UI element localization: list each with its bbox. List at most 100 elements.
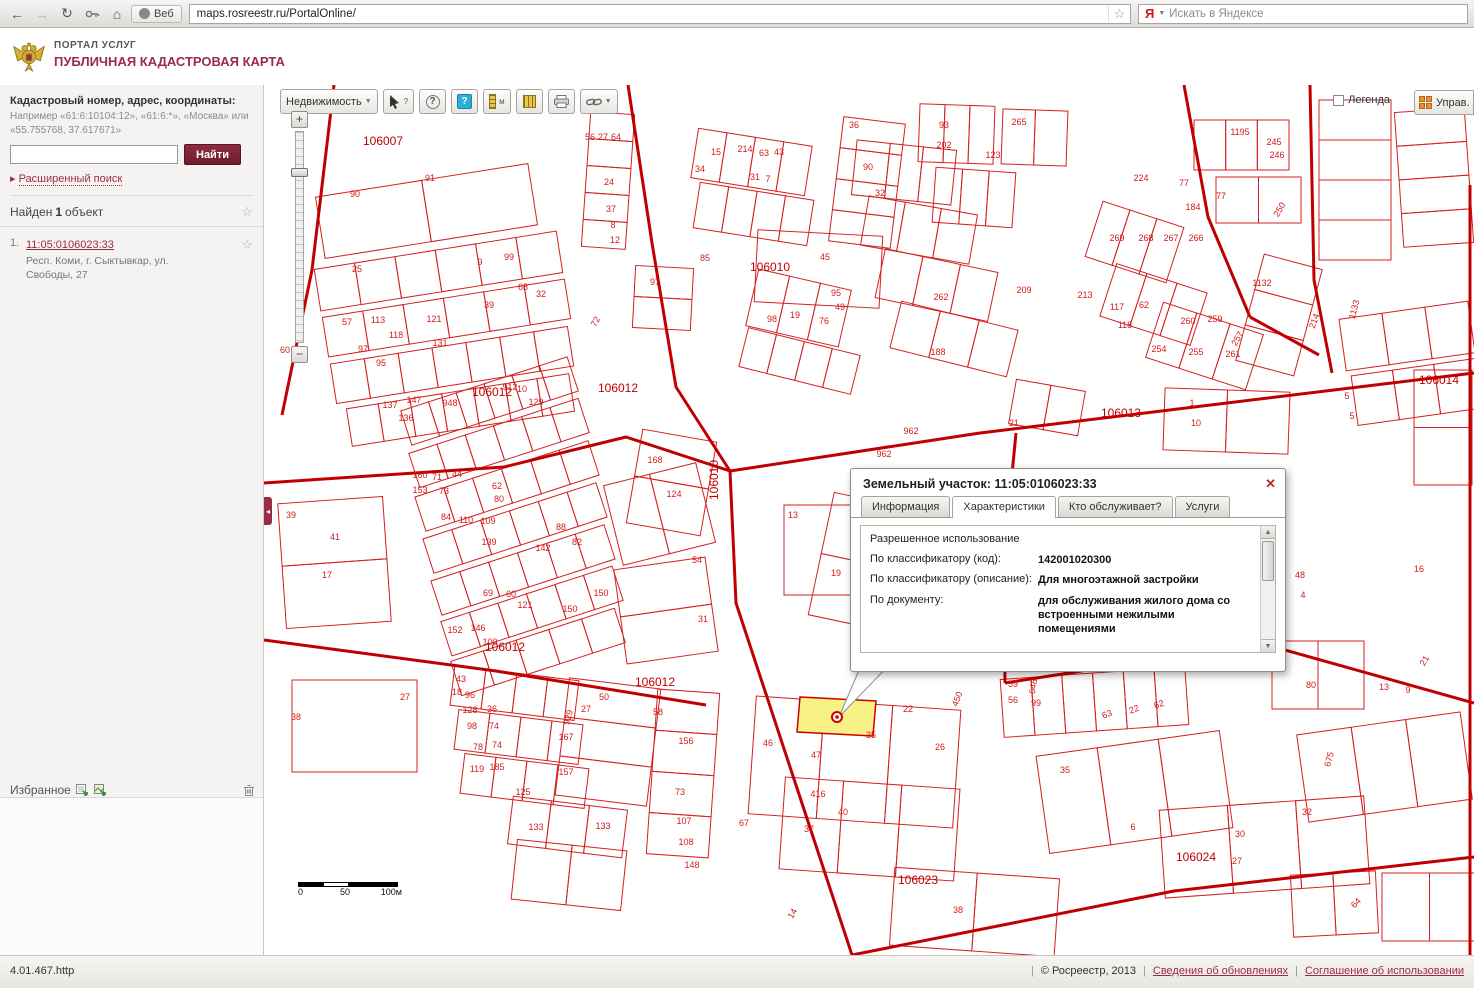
parcel-label: 73 (675, 787, 685, 797)
bookmark-star-icon[interactable]: ☆ (1108, 5, 1130, 22)
parcel-label: 262 (933, 292, 948, 302)
parcel-label: 9 (477, 257, 482, 267)
parcel-label: 31 (698, 614, 708, 624)
legend-checkbox[interactable] (1333, 94, 1345, 106)
layers-grid-icon (1419, 96, 1432, 109)
parcel-label: 62 (492, 481, 502, 491)
yandex-search-box[interactable]: Я ▼ Искать в Яндексе (1138, 3, 1468, 24)
parcel-label: 37 (804, 824, 814, 834)
parcel-label: 18 (452, 687, 462, 697)
parcel-label: 21 (1418, 654, 1432, 668)
row-label: По классификатору (код): (870, 553, 1002, 565)
print-button[interactable] (547, 89, 575, 114)
search-result-item[interactable]: 1. 11:05:0106023:33 Респ. Коми, г. Сыкты… (0, 227, 263, 282)
zoom-track[interactable] (291, 131, 308, 343)
parcel-label: 74 (492, 740, 502, 750)
parcel-label: 95 (831, 288, 841, 298)
parcel-label: 15 (711, 147, 721, 157)
zoom-in-button[interactable]: + (291, 111, 308, 128)
refresh-icon[interactable]: ↻ (56, 4, 78, 24)
measure-length-button[interactable]: м (483, 89, 511, 114)
parcel-label: 142 (535, 543, 550, 553)
parcel-label: 62 (1153, 698, 1166, 711)
parcel-label: 267 (1163, 233, 1178, 243)
identify-tool-button[interactable]: ? (382, 89, 415, 114)
share-link-button[interactable]: ▼ (579, 89, 618, 114)
scroll-down-icon[interactable]: ▼ (1261, 639, 1275, 652)
parcel-label: 1195 (1230, 127, 1249, 137)
parcel-label: 416 (810, 789, 825, 799)
parcel-label: 1 (1189, 398, 1194, 408)
scrollbar-thumb[interactable] (1262, 541, 1274, 581)
parcel-label: 152 (447, 625, 462, 635)
legend-label: Легенда (1348, 94, 1390, 106)
parcel-block (874, 247, 999, 323)
forward-icon[interactable]: → (31, 4, 53, 24)
favorite-item-star-icon[interactable]: ☆ (241, 237, 253, 282)
selected-parcel-marker-dot (835, 715, 839, 719)
popup-tabs: Информация Характеристики Кто обслуживае… (851, 496, 1285, 518)
map-manage-button[interactable]: Управ. (1414, 90, 1474, 115)
parcel-block (1413, 369, 1473, 486)
info-tool-button[interactable]: ? (451, 89, 479, 114)
parcel-label: 46 (763, 738, 773, 748)
home-icon[interactable]: ⌂ (106, 4, 128, 24)
zoom-slider-handle[interactable] (291, 168, 308, 177)
key-icon[interactable] (81, 4, 103, 24)
measure-area-button[interactable] (515, 89, 543, 114)
quarter-label: 106012 (485, 640, 525, 654)
find-button[interactable]: Найти (184, 144, 241, 165)
parcel-label: 49 (835, 302, 845, 312)
address-bar[interactable]: ☆ (188, 3, 1131, 24)
parcel-label: 80 (494, 494, 504, 504)
street-line (1308, 85, 1334, 374)
search-input[interactable] (10, 145, 178, 164)
agreement-link[interactable]: Соглашение об использовании (1305, 965, 1464, 977)
scroll-up-icon[interactable]: ▲ (1261, 526, 1275, 539)
web-button[interactable]: Веб (131, 4, 182, 23)
parcel-label: 14 (786, 907, 800, 921)
advanced-search-label: Расширенный поиск (18, 173, 123, 186)
tab-services[interactable]: Услуги (1174, 496, 1231, 517)
parcel-label: 56 (585, 132, 595, 142)
parcel-label: 13 (788, 510, 798, 520)
sidebar-collapse-handle[interactable]: ◂ (264, 497, 272, 525)
tab-characteristics[interactable]: Характеристики (952, 496, 1056, 518)
parcel-block (345, 373, 576, 447)
chevron-down-icon[interactable]: ▼ (1158, 10, 1165, 17)
row-value: 142001020300 (1038, 554, 1112, 566)
tab-information[interactable]: Информация (861, 496, 951, 517)
parcel-block (400, 356, 579, 446)
parcel-label: 214 (737, 144, 752, 154)
parcel-label: 962 (903, 426, 918, 436)
trash-icon[interactable] (243, 784, 255, 797)
parcel-label: 67 (739, 818, 749, 828)
parcel-label: 184 (1185, 202, 1200, 212)
help-tool-button[interactable]: ? (419, 89, 447, 114)
quarter-label: 106007 (363, 134, 403, 148)
advanced-search-link[interactable]: ▸ Расширенный поиск (10, 172, 123, 186)
favorite-all-star-icon[interactable]: ☆ (241, 204, 253, 220)
zoom-out-button[interactable]: − (291, 346, 308, 363)
parcel-label: 6 (1130, 822, 1135, 832)
parcel-label: 63 (759, 148, 769, 158)
parcel-block (1393, 107, 1474, 248)
export-map-icon[interactable] (93, 783, 107, 797)
back-icon[interactable]: ← (6, 4, 28, 24)
close-icon[interactable]: ✕ (1265, 476, 1276, 492)
cadastral-number-link[interactable]: 11:05:0106023:33 (26, 239, 114, 251)
parcel-info-popup: Земельный участок: 11:05:0106023:33 ✕ Ин… (850, 468, 1286, 672)
tab-who-serves[interactable]: Кто обслуживает? (1057, 496, 1173, 517)
parcel-label: 450 (950, 690, 965, 708)
url-input[interactable] (189, 7, 1108, 20)
parcel-label: 59 (1008, 679, 1018, 689)
parcel-label: 68 (518, 282, 528, 292)
parcel-block (440, 565, 624, 657)
parcel-label: 39 (286, 510, 296, 520)
parcel-label: 109 (480, 516, 495, 526)
chevron-down-icon: ▼ (364, 98, 372, 105)
export-excel-icon[interactable] (75, 783, 89, 797)
popup-scrollbar[interactable]: ▲ ▼ (1260, 526, 1275, 652)
updates-link[interactable]: Сведения об обновлениях (1153, 965, 1288, 977)
legend-toggle[interactable]: Легенда (1333, 94, 1390, 106)
